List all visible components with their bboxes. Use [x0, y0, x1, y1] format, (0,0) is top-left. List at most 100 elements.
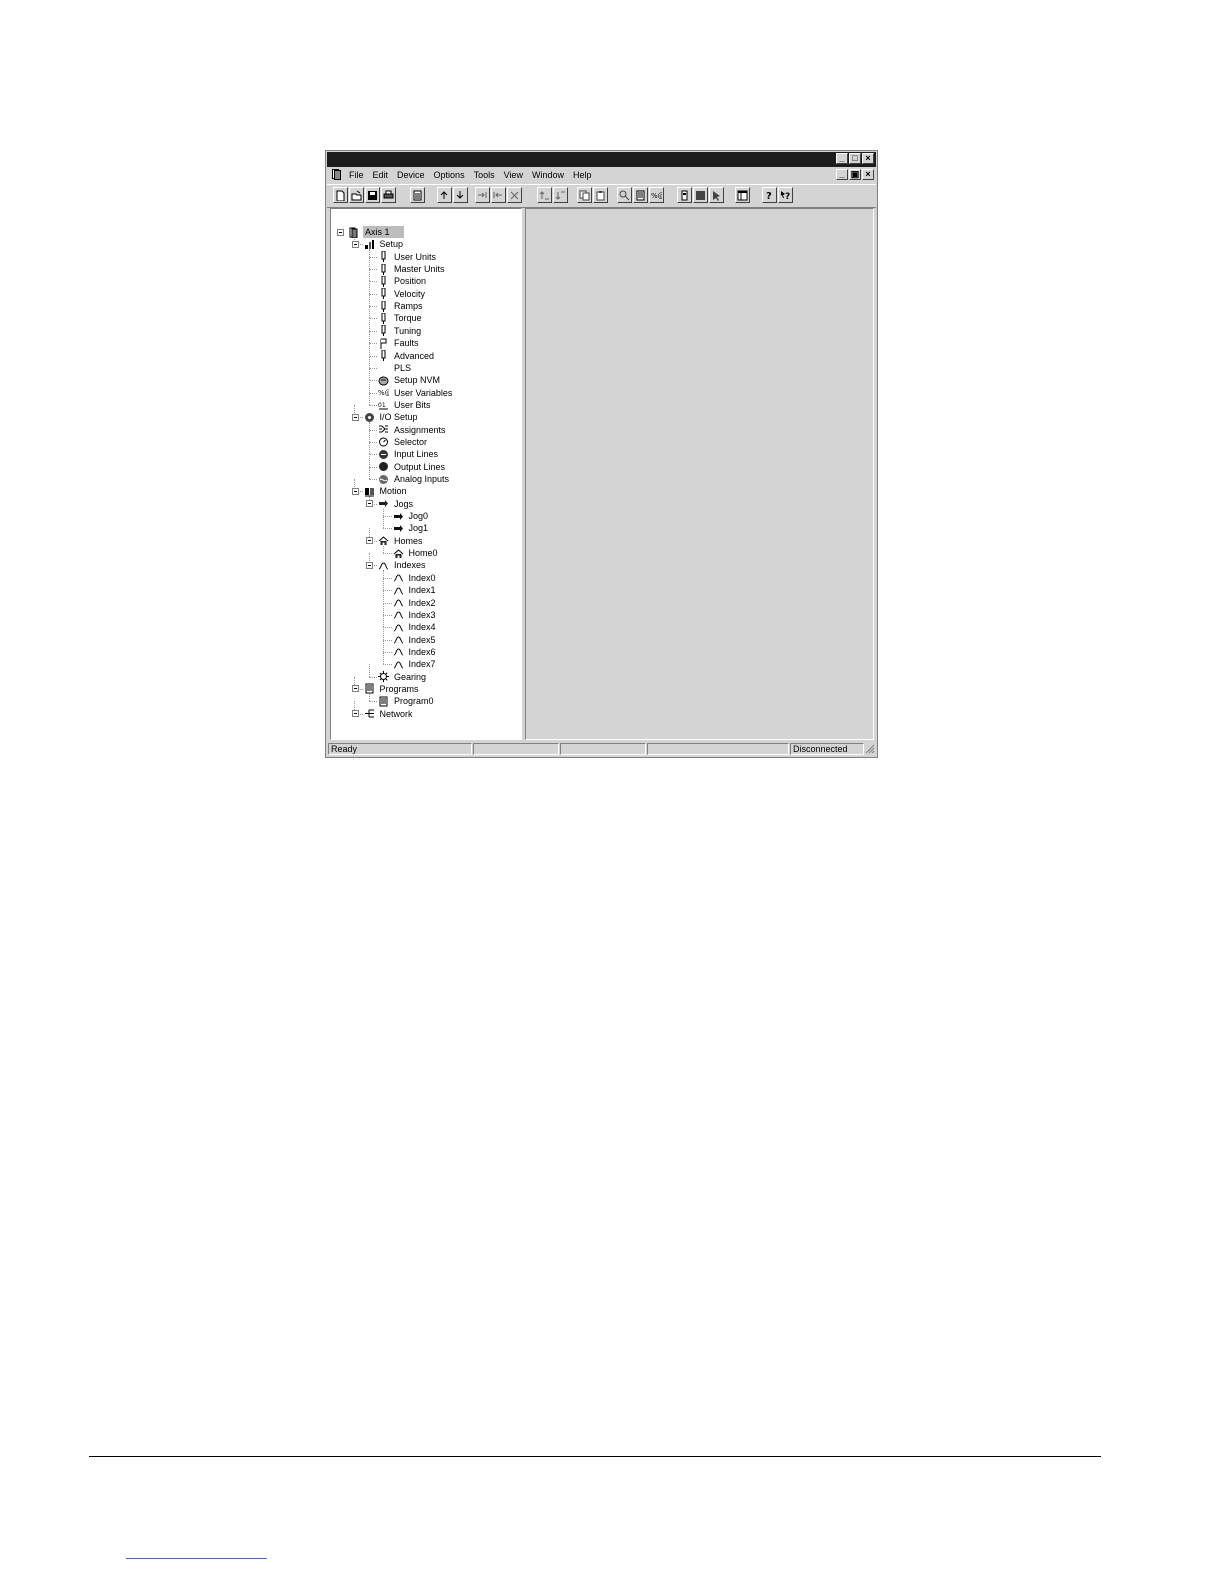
tree-expander-indexes[interactable]	[366, 561, 373, 569]
tree-expander-network[interactable]	[351, 710, 359, 718]
tree-item-index1[interactable]: Index1	[393, 584, 438, 596]
tree-item-master-units[interactable]: Master Units	[378, 263, 447, 275]
toolbar-pointer-button[interactable]	[709, 187, 724, 203]
menu-edit[interactable]: Edit	[371, 170, 396, 180]
menu-tools[interactable]: Tools	[472, 170, 502, 180]
document-icon[interactable]	[332, 169, 341, 182]
menu-device[interactable]: Device	[395, 170, 432, 180]
tree-connector	[383, 614, 392, 616]
toolbar-sort-down-button[interactable]	[553, 187, 568, 203]
tree-item-user-units[interactable]: User Units	[378, 251, 438, 263]
tree-item-network[interactable]: Network	[364, 708, 415, 720]
tree-item-ramps[interactable]: Ramps	[378, 300, 425, 312]
tree-item-jog1[interactable]: Jog1	[393, 522, 431, 534]
toolbar-layout-button[interactable]	[735, 187, 750, 203]
tree-item-assignments[interactable]: Assignments	[378, 424, 448, 436]
tree-item-program0[interactable]: Program0	[378, 695, 436, 707]
tree-item-position[interactable]: Position	[378, 275, 428, 287]
toolbar-stop-button[interactable]	[507, 187, 522, 203]
tree-expander-motion[interactable]	[351, 487, 359, 495]
tree-item-gearing[interactable]: Gearing	[378, 671, 428, 683]
svg-text:%@: %@	[378, 389, 389, 397]
tree-item-output-lines[interactable]: Output Lines	[378, 461, 447, 473]
tree-item-motion[interactable]: Motion	[364, 485, 409, 497]
tree-item-home0[interactable]: Home0	[393, 547, 440, 559]
toolbar-drive-button[interactable]	[677, 187, 692, 203]
tree-item-input-lines[interactable]: Input Lines	[378, 448, 440, 460]
toolbar-find-button[interactable]	[617, 187, 632, 203]
tree-connector	[368, 429, 370, 442]
tree-item-label: I/O Setup	[379, 412, 418, 423]
tree-expander-setup[interactable]	[351, 240, 359, 248]
tree-item-analog-inputs[interactable]: Analog Inputs	[378, 473, 451, 485]
close-button[interactable]: ×	[862, 153, 874, 164]
toolbar-save-button[interactable]	[365, 187, 380, 203]
minimize-button[interactable]: _	[836, 153, 848, 164]
tree-connector	[368, 318, 377, 320]
status-panel-3	[560, 743, 646, 755]
title-bar[interactable]: _ □ ×	[327, 152, 876, 167]
toolbar-paste-button[interactable]	[593, 187, 608, 203]
tree-item-homes[interactable]: Homes	[378, 535, 425, 547]
toolbar-halt-button[interactable]	[693, 187, 708, 203]
tree-item-velocity[interactable]: Velocity	[378, 288, 427, 300]
toolbar-copy-button[interactable]	[577, 187, 592, 203]
resize-grip-icon[interactable]	[865, 744, 875, 756]
tree-item-io-setup[interactable]: I/O Setup	[364, 411, 420, 423]
tree-item-pls[interactable]: PLS	[378, 362, 413, 374]
toolbar-variables-button[interactable]: %@	[649, 187, 664, 203]
tree-item-programs[interactable]: Programs	[364, 683, 421, 695]
tree-item-setup[interactable]: Setup	[364, 238, 406, 250]
tree-expander-programs[interactable]	[351, 685, 359, 693]
toolbar-sort-up-button[interactable]	[537, 187, 552, 203]
maximize-button[interactable]: □	[849, 153, 861, 164]
tree-item-jogs[interactable]: Jogs	[378, 498, 415, 510]
toolbar-download-button[interactable]	[453, 187, 468, 203]
toolbar-disconnect-button[interactable]	[491, 187, 506, 203]
tree-item-user-bits[interactable]: 01 User Bits	[378, 399, 433, 411]
tree-item-torque[interactable]: Torque	[378, 312, 424, 324]
tree-item-faults[interactable]: Faults	[378, 337, 421, 349]
toolbar-help-button[interactable]: ?	[762, 187, 777, 203]
tree-item-tuning[interactable]: Tuning	[378, 325, 423, 337]
toolbar-new-button[interactable]	[333, 187, 348, 203]
child-close-button[interactable]: ×	[862, 169, 874, 180]
tree-item-index0[interactable]: Index0	[393, 572, 438, 584]
child-minimize-button[interactable]: _	[836, 169, 848, 180]
menu-view[interactable]: View	[502, 170, 530, 180]
menu-help[interactable]: Help	[571, 170, 599, 180]
toolbar-connect-button[interactable]	[475, 187, 490, 203]
minimize-icon: _	[839, 153, 845, 163]
tree-item-index2[interactable]: Index2	[393, 597, 438, 609]
tree-item-index6[interactable]: Index6	[393, 646, 438, 658]
tree-item-index3[interactable]: Index3	[393, 609, 438, 621]
tree-item-index4[interactable]: Index4	[393, 621, 438, 633]
menu-options[interactable]: Options	[432, 170, 472, 180]
tree-item-setup-nvm[interactable]: Setup NVM	[378, 374, 442, 386]
child-restore-button[interactable]: ▣	[849, 169, 861, 180]
tree-item-user-variables[interactable]: %@ User Variables	[378, 387, 454, 399]
tree-item-jog0[interactable]: Jog0	[393, 510, 431, 522]
tree-item-indexes[interactable]: Indexes	[378, 559, 428, 571]
tree-item-advanced[interactable]: Advanced	[378, 350, 436, 362]
tree-expander-io-setup[interactable]	[351, 413, 359, 421]
toolbar-properties-button[interactable]	[410, 187, 425, 203]
io-icon	[364, 412, 375, 423]
menu-window[interactable]: Window	[530, 170, 571, 180]
tree-expander-homes[interactable]	[366, 537, 373, 545]
tree-expander-jogs[interactable]	[366, 500, 373, 508]
toolbar-program-button[interactable]	[633, 187, 648, 203]
tree-item-index5[interactable]: Index5	[393, 634, 438, 646]
menu-file[interactable]: File	[347, 170, 371, 180]
footer-link-underline[interactable]	[126, 1558, 267, 1559]
project-tree[interactable]: Axis 1 Setup User Units Master Units Positio…	[330, 208, 522, 740]
tree-item-selector[interactable]: Selector	[378, 436, 429, 448]
toolbar-upload-button[interactable]	[437, 187, 452, 203]
tree-expander-axis1[interactable]	[337, 228, 344, 236]
tree-item-index7[interactable]: Index7	[393, 658, 438, 670]
toolbar-context-help-button[interactable]: ?	[778, 187, 793, 203]
parameter-icon	[378, 325, 389, 337]
toolbar-print-button[interactable]	[381, 187, 396, 203]
tree-item-axis1[interactable]: Axis 1	[349, 226, 404, 238]
toolbar-open-button[interactable]	[349, 187, 364, 203]
